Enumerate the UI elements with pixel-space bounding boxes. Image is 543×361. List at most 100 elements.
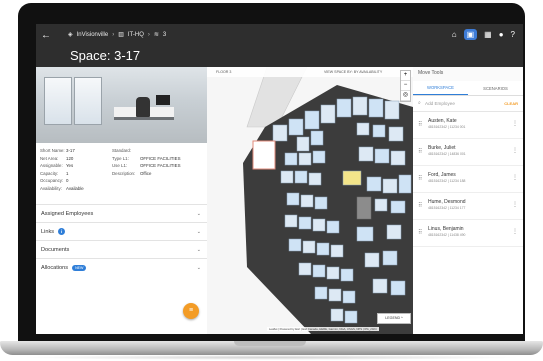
list-item[interactable]: ⠿ Burke, Juliet 4815162342 | 14836 001 ⋮	[413, 139, 523, 166]
room[interactable]	[294, 170, 308, 184]
breadcrumb-site[interactable]: InVisionville	[77, 32, 109, 38]
room[interactable]	[382, 250, 398, 266]
room[interactable]	[304, 110, 320, 130]
room[interactable]	[372, 278, 388, 294]
room[interactable]	[312, 218, 326, 232]
view-by-selector[interactable]: VIEW SPACE BY: BY AVAILABILITY	[324, 70, 382, 74]
zoom-in-button[interactable]: +	[401, 71, 410, 81]
drag-handle-icon[interactable]: ⠿	[418, 148, 422, 155]
room[interactable]	[326, 266, 340, 280]
photo-chair	[136, 97, 150, 117]
room[interactable]	[352, 96, 368, 116]
room[interactable]	[342, 290, 356, 304]
room[interactable]	[272, 124, 288, 142]
room[interactable]	[388, 126, 404, 142]
room[interactable]	[316, 242, 330, 256]
room[interactable]	[384, 100, 400, 120]
room[interactable]	[298, 262, 312, 276]
grid-icon[interactable]: ▦	[484, 30, 492, 39]
room[interactable]	[330, 244, 344, 258]
drag-handle-icon[interactable]: ⠿	[418, 229, 422, 236]
room[interactable]	[288, 238, 302, 252]
room[interactable]	[366, 176, 382, 192]
assigned-employees-section[interactable]: Assigned Employees ⌄	[36, 204, 207, 222]
drag-handle-icon[interactable]: ⠿	[418, 121, 422, 128]
room[interactable]	[356, 226, 374, 242]
list-item[interactable]: ⠿ Ford, James 4815162342 | 11234 188 ⋮	[413, 166, 523, 193]
more-vert-icon[interactable]: ⋮	[512, 147, 518, 154]
links-section[interactable]: Links i ⌄	[36, 222, 207, 240]
room[interactable]	[320, 104, 336, 124]
map-icon[interactable]: ▣	[463, 29, 478, 40]
breadcrumb-floor[interactable]: 3	[163, 32, 166, 38]
room[interactable]	[390, 280, 406, 296]
allocations-section[interactable]: Allocations NEW ⌄	[36, 258, 207, 276]
room[interactable]	[368, 98, 384, 118]
room[interactable]	[390, 200, 406, 214]
room[interactable]	[356, 122, 370, 136]
clear-button[interactable]: CLEAR	[504, 101, 518, 106]
room[interactable]	[284, 152, 298, 166]
map-attribution: Leaflet | Powered by Esri | Esri Canada,…	[267, 327, 379, 331]
room[interactable]	[298, 216, 312, 230]
legend-button[interactable]: LEGEND ^	[377, 313, 411, 324]
room[interactable]	[298, 152, 312, 166]
room-highlight[interactable]	[252, 140, 276, 170]
help-icon[interactable]: ?	[511, 30, 515, 39]
room[interactable]	[330, 308, 344, 322]
room[interactable]	[308, 172, 322, 186]
room[interactable]	[386, 224, 402, 240]
employee-name: Ford, James	[428, 172, 456, 178]
room-selected[interactable]	[342, 170, 362, 186]
room[interactable]	[314, 196, 328, 210]
room[interactable]	[390, 150, 406, 166]
tab-scenarios[interactable]: SCENARIOS	[468, 81, 523, 95]
room[interactable]	[374, 148, 390, 164]
locate-icon[interactable]: ◎	[401, 91, 410, 101]
arrow-left-icon[interactable]: ←	[41, 30, 51, 41]
room[interactable]	[300, 194, 314, 208]
prop-value: Yes	[66, 163, 74, 169]
tab-workspace[interactable]: WORKSPACE	[413, 81, 468, 95]
room[interactable]	[372, 124, 386, 138]
room[interactable]	[286, 192, 300, 206]
documents-section[interactable]: Documents ⌄	[36, 240, 207, 258]
floor-map[interactable]: FLOOR 3 VIEW SPACE BY: BY AVAILABILITY +…	[207, 67, 413, 334]
room[interactable]	[302, 240, 316, 254]
zoom-out-button[interactable]: −	[401, 81, 410, 91]
menu-fab-button[interactable]: ≡	[183, 303, 199, 319]
list-item[interactable]: ⠿ Linus, Benjamin 4815162342 | 11438 490…	[413, 220, 523, 247]
home-icon[interactable]: ⌂	[452, 30, 457, 39]
room[interactable]	[310, 130, 324, 146]
prop-key: Assignable:	[40, 163, 63, 169]
list-item[interactable]: ⠿ Hume, Desmond 4815162342 | 11234 177 ⋮	[413, 193, 523, 220]
room[interactable]	[328, 288, 342, 302]
more-vert-icon[interactable]: ⋮	[512, 228, 518, 235]
room[interactable]	[314, 286, 328, 300]
room[interactable]	[336, 98, 352, 118]
room[interactable]	[312, 150, 326, 164]
breadcrumb-building[interactable]: IT-HQ	[128, 32, 144, 38]
add-employee-search[interactable]: ⌕ Add Employee CLEAR	[413, 96, 523, 112]
drag-handle-icon[interactable]: ⠿	[418, 202, 422, 209]
room[interactable]	[364, 252, 380, 268]
room[interactable]	[358, 146, 374, 162]
more-vert-icon[interactable]: ⋮	[512, 120, 518, 127]
room[interactable]	[284, 214, 298, 228]
room[interactable]	[398, 174, 412, 194]
room[interactable]	[340, 268, 354, 282]
room[interactable]	[312, 264, 326, 278]
room[interactable]	[374, 198, 388, 212]
room[interactable]	[326, 220, 340, 234]
room[interactable]	[296, 136, 310, 152]
more-vert-icon[interactable]: ⋮	[512, 201, 518, 208]
list-item[interactable]: ⠿ Austen, Kate 4815162342 | 11234 001 ⋮	[413, 112, 523, 139]
account-icon[interactable]: ●	[499, 30, 504, 39]
room[interactable]	[344, 310, 358, 324]
room[interactable]	[382, 178, 398, 194]
room[interactable]	[280, 170, 294, 184]
drag-handle-icon[interactable]: ⠿	[418, 175, 422, 182]
room[interactable]	[288, 118, 304, 136]
app-header: ← ◈ InVisionville › ▥ IT-HQ › ≋ 3 Space:…	[36, 24, 523, 67]
more-vert-icon[interactable]: ⋮	[512, 174, 518, 181]
